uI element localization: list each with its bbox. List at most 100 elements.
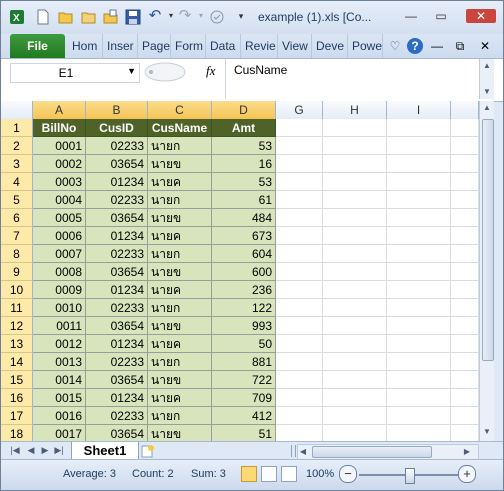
column-header-g[interactable]: G (276, 101, 323, 119)
table-cell[interactable]: 53 (212, 137, 276, 155)
select-all-corner[interactable] (1, 101, 33, 119)
scroll-down-icon[interactable]: ▼ (480, 87, 494, 96)
row-header[interactable]: 14 (1, 353, 33, 371)
tab-home[interactable]: Hom (68, 34, 103, 58)
table-cell[interactable]: 0002 (33, 155, 86, 173)
empty-cell[interactable] (276, 191, 323, 209)
table-cell[interactable]: 0017 (33, 425, 86, 441)
spreadsheet-grid[interactable]: A B C D G H I 1 BillNo CusID CusName Amt 2 000… (1, 101, 479, 441)
empty-cell[interactable] (323, 227, 387, 245)
empty-cell[interactable] (276, 245, 323, 263)
empty-cell[interactable] (323, 389, 387, 407)
table-cell[interactable]: นายค (148, 173, 212, 191)
tab-formulas[interactable]: Form (171, 34, 206, 58)
zoom-in-button[interactable]: + (458, 465, 476, 483)
table-cell[interactable]: นายข (148, 317, 212, 335)
empty-cell[interactable] (276, 407, 323, 425)
empty-cell[interactable] (276, 155, 323, 173)
tab-file[interactable]: File (10, 34, 65, 58)
empty-cell[interactable] (451, 353, 479, 371)
column-header-i[interactable]: I (387, 101, 451, 119)
empty-cell[interactable] (387, 191, 451, 209)
table-cell[interactable]: 0008 (33, 263, 86, 281)
row-header[interactable]: 9 (1, 263, 33, 281)
tab-split-handle[interactable] (291, 445, 296, 457)
next-sheet-icon[interactable]: ▶ (39, 445, 51, 456)
table-cell[interactable]: นายข (148, 209, 212, 227)
table-cell[interactable]: 51 (212, 425, 276, 441)
row-header[interactable]: 6 (1, 209, 33, 227)
empty-cell[interactable] (387, 173, 451, 191)
empty-cell[interactable] (323, 299, 387, 317)
table-cell[interactable]: 02233 (86, 137, 148, 155)
table-cell[interactable]: 01234 (86, 227, 148, 245)
row-header[interactable]: 17 (1, 407, 33, 425)
tab-developer[interactable]: Deve (312, 34, 348, 58)
tab-data[interactable]: Data (206, 34, 241, 58)
column-header-b[interactable]: B (86, 101, 148, 119)
empty-cell[interactable] (451, 407, 479, 425)
empty-cell[interactable] (451, 173, 479, 191)
table-cell[interactable]: 722 (212, 371, 276, 389)
table-cell[interactable]: 0016 (33, 407, 86, 425)
scroll-thumb[interactable] (482, 119, 494, 361)
table-cell[interactable]: 03654 (86, 425, 148, 441)
empty-cell[interactable] (387, 119, 451, 137)
scroll-right-icon[interactable]: ▶ (462, 447, 472, 456)
open-folder-icon[interactable] (58, 9, 74, 25)
column-header-d[interactable]: D (212, 101, 276, 119)
table-cell[interactable]: 881 (212, 353, 276, 371)
table-cell[interactable]: 0001 (33, 137, 86, 155)
table-cell[interactable]: นายก (148, 245, 212, 263)
table-cell[interactable]: 0013 (33, 353, 86, 371)
empty-cell[interactable] (451, 371, 479, 389)
table-cell[interactable]: 01234 (86, 173, 148, 191)
page-break-view-button[interactable] (281, 466, 297, 482)
table-cell[interactable]: 03654 (86, 209, 148, 227)
table-cell[interactable]: 0012 (33, 335, 86, 353)
scroll-left-icon[interactable]: ◀ (298, 447, 308, 456)
table-cell[interactable]: นายก (148, 407, 212, 425)
empty-cell[interactable] (451, 227, 479, 245)
workbook-restore-icon[interactable]: ⧉ (452, 38, 468, 54)
table-header-cell[interactable]: BillNo (33, 119, 86, 137)
table-cell[interactable]: นายค (148, 281, 212, 299)
open-file-icon[interactable] (103, 9, 119, 25)
empty-cell[interactable] (323, 119, 387, 137)
horizontal-scroll-thumb[interactable] (312, 446, 432, 458)
zoom-level[interactable]: 100% (306, 468, 334, 480)
row-header[interactable]: 10 (1, 281, 33, 299)
table-cell[interactable]: 50 (212, 335, 276, 353)
redo-icon[interactable]: ↷ (177, 8, 193, 23)
table-header-cell[interactable]: Amt (212, 119, 276, 137)
column-header-c[interactable]: C (148, 101, 212, 119)
table-cell[interactable]: 02233 (86, 191, 148, 209)
empty-cell[interactable] (387, 137, 451, 155)
empty-cell[interactable] (387, 155, 451, 173)
horizontal-scrollbar[interactable]: ◀ ▶ (297, 444, 479, 460)
table-cell[interactable]: 0010 (33, 299, 86, 317)
help-icon[interactable]: ? (407, 38, 423, 54)
empty-cell[interactable] (323, 209, 387, 227)
new-document-icon[interactable] (35, 9, 51, 25)
empty-cell[interactable] (387, 389, 451, 407)
row-header[interactable]: 7 (1, 227, 33, 245)
empty-cell[interactable] (387, 227, 451, 245)
scroll-up-icon[interactable]: ▲ (480, 103, 494, 112)
table-header-cell[interactable]: CusID (86, 119, 148, 137)
empty-cell[interactable] (323, 425, 387, 441)
empty-cell[interactable] (451, 209, 479, 227)
page-layout-view-button[interactable] (261, 466, 277, 482)
empty-cell[interactable] (323, 173, 387, 191)
row-header[interactable]: 8 (1, 245, 33, 263)
table-cell[interactable]: 709 (212, 389, 276, 407)
empty-cell[interactable] (276, 173, 323, 191)
empty-cell[interactable] (276, 281, 323, 299)
empty-cell[interactable] (387, 263, 451, 281)
tab-insert[interactable]: Inser (103, 34, 138, 58)
last-sheet-icon[interactable]: ▶| (53, 445, 65, 456)
column-header-h[interactable]: H (323, 101, 387, 119)
zoom-slider[interactable] (359, 468, 459, 484)
first-sheet-icon[interactable]: |◀ (9, 445, 21, 456)
empty-cell[interactable] (387, 281, 451, 299)
